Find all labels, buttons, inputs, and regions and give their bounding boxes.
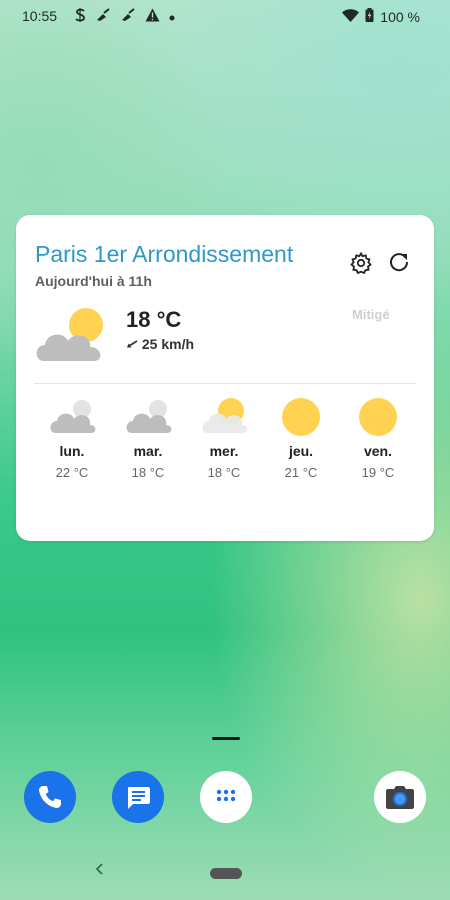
broom-icon [95, 8, 111, 25]
battery-level: 100 % [380, 8, 420, 25]
messages-icon[interactable] [112, 771, 164, 823]
status-bar: 10:55 100 % [0, 0, 450, 34]
cloudy-icon [34, 395, 110, 439]
settings-gear-icon[interactable] [349, 251, 373, 275]
s-icon [74, 8, 86, 25]
broom-icon [120, 8, 136, 25]
forecast-day: lun. 22 °C [34, 395, 110, 480]
battery-icon [365, 8, 374, 25]
warning-icon [145, 8, 160, 25]
partly-sunny-icon [186, 395, 262, 439]
forecast-day-name: mar. [133, 443, 163, 459]
partly-cloudy-icon [34, 307, 108, 365]
forecast-day-name: ven. [363, 443, 392, 459]
forecast-day: mar. 18 °C [110, 395, 186, 480]
weather-widget[interactable]: Paris 1er Arrondissement Aujourd'hui à 1… [16, 215, 434, 541]
divider [34, 383, 416, 384]
update-time: Aujourd'hui à 11h [35, 273, 152, 289]
app-drawer-icon[interactable] [200, 771, 252, 823]
wind-info: 25 km/h [126, 336, 194, 352]
city-name: Paris 1er Arrondissement [35, 241, 294, 267]
dot-icon [169, 9, 175, 24]
status-time: 10:55 [22, 8, 58, 24]
forecast-day: ven. 19 °C [340, 395, 416, 480]
forecast-day-temp: 21 °C [284, 465, 318, 480]
forecast-day: mer. 18 °C [186, 395, 262, 480]
forecast-row: lun. 22 °C mar. 18 °C mer. 18 °C jeu. 21… [34, 395, 416, 505]
forecast-day-name: lun. [59, 443, 85, 459]
forecast-day-temp: 18 °C [207, 465, 241, 480]
phone-icon[interactable] [24, 771, 76, 823]
app-drawer-handle[interactable] [212, 737, 240, 740]
refresh-icon[interactable] [388, 251, 410, 273]
camera-icon[interactable] [374, 771, 426, 823]
forecast-day-temp: 19 °C [361, 465, 395, 480]
condition-label: Mitigé [352, 307, 390, 322]
cloudy-icon [110, 395, 186, 439]
forecast-day: jeu. 21 °C [263, 395, 339, 480]
forecast-day-name: mer. [209, 443, 239, 459]
wind-arrow-icon [126, 336, 142, 352]
wifi-icon [342, 8, 360, 25]
sun-icon [340, 395, 416, 439]
back-icon[interactable] [94, 862, 104, 881]
sun-icon [263, 395, 339, 439]
forecast-day-temp: 22 °C [55, 465, 89, 480]
current-temperature: 18 °C [126, 307, 182, 332]
forecast-day-temp: 18 °C [131, 465, 165, 480]
home-pill[interactable] [210, 868, 242, 879]
wind-speed: 25 km/h [141, 336, 195, 352]
forecast-day-name: jeu. [288, 443, 314, 459]
